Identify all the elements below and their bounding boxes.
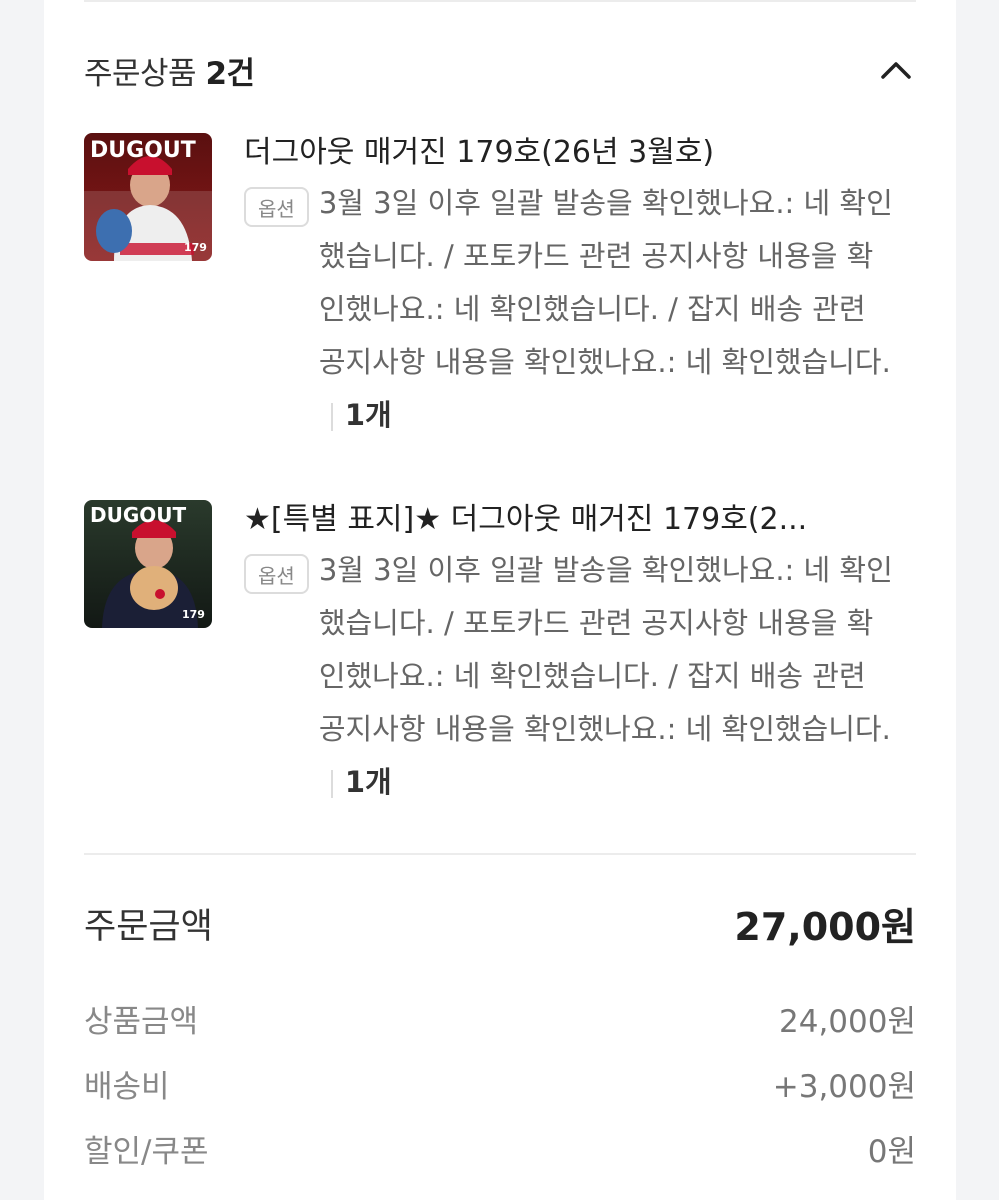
option-text-block: 3월 3일 이후 일괄 발송을 확인했나요.: 네 확인했습니다. / 포토카드… [319,544,899,809]
product-thumbnail[interactable]: DUGOUT 179 [84,133,212,261]
option-text: 3월 3일 이후 일괄 발송을 확인했나요.: 네 확인했습니다. / 포토카드… [318,186,893,379]
order-items-title: 주문상품 2건 [84,48,255,93]
magazine-cover-image: DUGOUT 179 [84,500,212,628]
quantity: 1개 [344,398,392,432]
magazine-cover-image: DUGOUT 179 [84,133,212,261]
order-item[interactable]: DUGOUT 179 ★[특별 표지]★ 더그아웃 매거진 179호(2... … [84,500,916,809]
svg-text:179: 179 [182,608,205,621]
product-title[interactable]: 더그아웃 매거진 179호(26년 3월호) [244,129,916,177]
shipping-fee-row: 배송비 +3,000원 [84,1058,916,1108]
option-text: 3월 3일 이후 일괄 발송을 확인했나요.: 네 확인했습니다. / 포토카드… [318,553,893,746]
order-item-info: ★[특별 표지]★ 더그아웃 매거진 179호(2... 옵션 3월 3일 이후… [244,500,916,809]
svg-text:DUGOUT: DUGOUT [90,138,196,163]
order-total-row: 주문금액 27,000원 [84,895,916,951]
quantity-separator [330,770,333,798]
order-items-count: 2건 [205,55,255,92]
summary-divider [84,853,916,855]
option-row: 옵션 3월 3일 이후 일괄 발송을 확인했나요.: 네 확인했습니다. / 포… [244,185,916,442]
product-amount-row: 상품금액 24,000원 [84,993,916,1043]
option-badge: 옵션 [244,187,309,227]
option-badge: 옵션 [244,554,309,594]
quantity-separator [330,403,333,431]
product-thumbnail[interactable]: DUGOUT 179 [84,500,212,628]
product-title[interactable]: ★[특별 표지]★ 더그아웃 매거진 179호(2... [244,496,916,544]
shipping-fee-label: 배송비 [84,1068,170,1105]
order-item-info: 더그아웃 매거진 179호(26년 3월호) 옵션 3월 3일 이후 일괄 발송… [244,133,916,442]
svg-text:179: 179 [184,241,207,254]
shipping-fee-value: +3,000원 [772,1068,916,1105]
order-items-title-label: 주문상품 [84,55,197,92]
top-divider [84,0,916,2]
order-total-label: 주문금액 [84,906,213,947]
product-amount-value: 24,000원 [779,1003,916,1040]
svg-text:DUGOUT: DUGOUT [90,503,187,527]
discount-coupon-label: 할인/쿠폰 [84,1133,209,1170]
discount-coupon-row: 할인/쿠폰 0원 [84,1123,916,1173]
chevron-up-icon [881,62,911,79]
option-text-block: 3월 3일 이후 일괄 발송을 확인했나요.: 네 확인했습니다. / 포토카드… [319,177,899,442]
quantity: 1개 [344,765,392,799]
product-amount-label: 상품금액 [84,1003,199,1040]
collapse-button[interactable] [876,50,916,90]
option-row: 옵션 3월 3일 이후 일괄 발송을 확인했나요.: 네 확인했습니다. / 포… [244,552,916,809]
order-item[interactable]: DUGOUT 179 더그아웃 매거진 179호(26년 3월호) 옵션 3월 … [84,133,916,442]
order-items-header[interactable]: 주문상품 2건 [84,40,916,100]
order-panel: 주문상품 2건 DUGOUT 179 더그아웃 매거진 179호(26년 3월호… [44,0,956,1200]
order-total-value: 27,000원 [734,904,916,949]
discount-coupon-value: 0원 [867,1133,916,1170]
